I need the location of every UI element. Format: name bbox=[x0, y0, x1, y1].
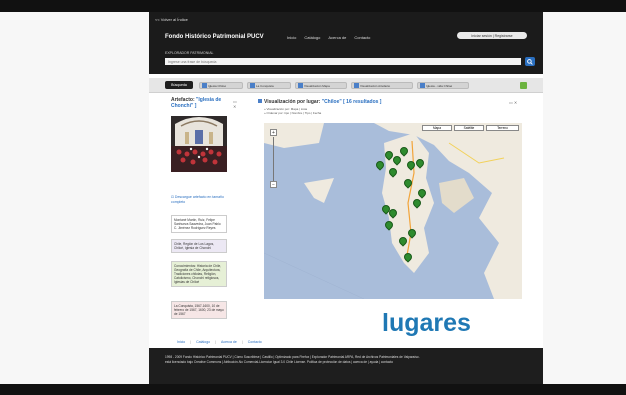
bottom-letterbox bbox=[0, 384, 626, 395]
site-header: << Volver al Índice Fondo Histórico Patr… bbox=[149, 12, 543, 74]
search-icon bbox=[527, 58, 533, 65]
main-nav: Inicio Catálogo Acerca de Contacto bbox=[287, 35, 370, 40]
footer-text: 1998 - 2009 Fondo Histórico Patrimonial … bbox=[165, 355, 420, 364]
visualization-options: » Visualización por: Mapa | Lista » Orde… bbox=[264, 107, 321, 115]
church-interior-image bbox=[171, 116, 227, 172]
metadata-card-period: La Conquista, 1567-1600, 10 de febrero d… bbox=[171, 301, 227, 319]
top-letterbox bbox=[0, 0, 626, 12]
footer-link-acerca[interactable]: Acerca de bbox=[221, 340, 237, 344]
nav-item-catalogo[interactable]: Catálogo bbox=[304, 35, 320, 40]
visualization-title: Visualización por lugar: "Chiloe" [ 16 r… bbox=[264, 99, 382, 105]
back-link[interactable]: << Volver al Índice bbox=[155, 17, 188, 22]
nav-item-acerca[interactable]: Acerca de bbox=[328, 35, 346, 40]
footer-link-catalogo[interactable]: Catálogo bbox=[196, 340, 210, 344]
zoom-out-button[interactable]: − bbox=[270, 181, 277, 188]
site-title[interactable]: Fondo Histórico Patrimonial PUCV bbox=[165, 34, 264, 40]
tab-visualizacion-mapa[interactable]: Visualización Mapa bbox=[295, 82, 347, 89]
artifact-panel: Artefacto: "Iglesia de Chonchi" ] ▭ ✕ bbox=[171, 97, 241, 109]
tab-la-conquista[interactable]: La Conquista bbox=[247, 82, 291, 89]
login-button[interactable]: Iniciar sesión | Registrarse bbox=[457, 32, 527, 39]
download-icon: ⊡ bbox=[171, 195, 174, 199]
metadata-card-topics: Conocimientos: Historia de Chile, Geogra… bbox=[171, 261, 227, 287]
screenshot-frame: << Volver al Índice Fondo Histórico Patr… bbox=[0, 0, 626, 395]
document-icon bbox=[420, 83, 425, 88]
window-controls-icon[interactable]: ▭ ✕ bbox=[233, 99, 241, 109]
nav-item-inicio[interactable]: Inicio bbox=[287, 35, 296, 40]
artifact-title: Artefacto: "Iglesia de Chonchi" ] bbox=[171, 97, 222, 109]
tab-iglesia-vida-chiloe[interactable]: Iglesia - vida Chiloé bbox=[417, 82, 469, 89]
lugares-caption: lugares bbox=[382, 309, 471, 337]
footer-link-inicio[interactable]: Inicio bbox=[177, 340, 185, 344]
explorer-label: EXPLORADOR PATRIMONIAL bbox=[165, 51, 214, 55]
map-icon bbox=[258, 99, 262, 103]
zoom-slider[interactable] bbox=[273, 137, 274, 181]
map-type-terreno[interactable]: Terreno bbox=[486, 125, 519, 131]
document-icon bbox=[250, 83, 255, 88]
map-type-mapa[interactable]: Mapa bbox=[422, 125, 452, 131]
map-type-satelite[interactable]: Satélite bbox=[454, 125, 484, 131]
map-icon bbox=[298, 83, 303, 88]
church-photo[interactable] bbox=[171, 116, 227, 172]
tab-iglesia-chiloe[interactable]: Iglesia Chiloé bbox=[199, 82, 243, 89]
document-icon bbox=[202, 83, 207, 88]
tab-visualizacion-artefacto[interactable]: Visualización Artefacto bbox=[351, 82, 413, 89]
search-button[interactable] bbox=[525, 57, 535, 66]
metadata-card-authors: Montané Martín, Ruiz, Felipe Sanhueza Sa… bbox=[171, 215, 227, 233]
sort-options[interactable]: » Ordenar por: tipo | Nombre | Tipo | Fe… bbox=[264, 111, 321, 115]
metadata-card-place: Chile, Región de Los Lagos, Chiloé, Igle… bbox=[171, 239, 227, 253]
search-input[interactable] bbox=[165, 58, 521, 65]
image-icon bbox=[354, 83, 359, 88]
map-view[interactable]: Mapa Satélite Terreno + − bbox=[264, 123, 522, 299]
web-page: << Volver al Índice Fondo Histórico Patr… bbox=[149, 12, 543, 384]
download-link[interactable]: ⊡ Descargue artefacto en tamaño completo bbox=[171, 195, 231, 204]
panel-controls-icon[interactable]: ▭ ✕ bbox=[509, 100, 517, 105]
nav-item-contacto[interactable]: Contacto bbox=[354, 35, 370, 40]
add-tab-icon[interactable] bbox=[520, 82, 527, 89]
footer-link-contacto[interactable]: Contacto bbox=[248, 340, 262, 344]
tab-busqueda[interactable]: Búsqueda bbox=[165, 81, 193, 89]
site-footer bbox=[149, 348, 543, 384]
zoom-in-button[interactable]: + bbox=[270, 129, 277, 136]
zoom-control: + − bbox=[270, 129, 277, 189]
results-count: [ 16 resultados ] bbox=[343, 99, 382, 105]
footer-links: Inicio | Catálogo | Acerca de | Contacto bbox=[177, 340, 262, 344]
